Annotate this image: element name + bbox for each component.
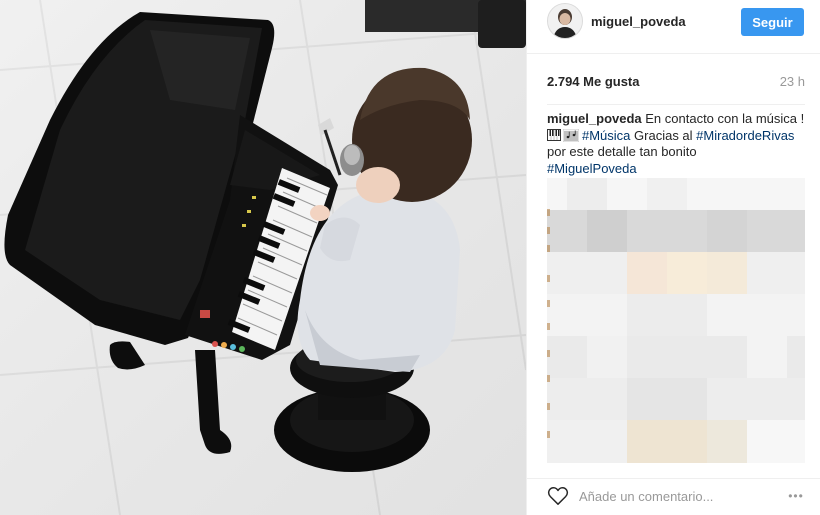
blur-block [627, 378, 707, 420]
likes-row: 2.794 Me gusta 23 h [547, 74, 805, 92]
musical-score-icon [563, 128, 579, 142]
avatar[interactable] [547, 3, 583, 39]
hashtag-miguelpoveda[interactable]: #MiguelPoveda [547, 161, 637, 176]
post-side-panel: miguel_poveda Seguir 2.794 Me gusta 23 h… [526, 0, 820, 515]
comment-footer: ••• [527, 478, 820, 515]
blur-block [567, 178, 607, 210]
caption-username[interactable]: miguel_poveda [547, 111, 642, 126]
photo-child-toy-piano [0, 0, 526, 515]
avatar-image [548, 4, 582, 38]
heart-icon[interactable] [547, 486, 569, 506]
blur-block [627, 252, 667, 294]
post-header: miguel_poveda Seguir [527, 0, 820, 54]
hashtag-miradorderivas[interactable]: #MiradordeRivas [696, 128, 794, 143]
caption-text-3: por este detalle tan bonito [547, 144, 697, 159]
post-caption: miguel_poveda En contacto con la música … [547, 111, 805, 177]
blur-block [587, 336, 627, 378]
blur-block [647, 178, 687, 210]
comment-input[interactable] [579, 485, 779, 507]
blur-block [707, 252, 747, 294]
more-options-icon[interactable]: ••• [783, 485, 809, 507]
caption-text-1: En contacto con la música ! [641, 111, 805, 126]
follow-button[interactable]: Seguir [741, 8, 804, 36]
divider [547, 104, 805, 105]
blur-block [667, 252, 707, 294]
blur-block [547, 210, 805, 252]
blur-block [747, 336, 787, 378]
post-photo[interactable] [0, 0, 526, 515]
hashtag-musica[interactable]: #Música [582, 128, 630, 143]
caption-text-2: Gracias al [630, 127, 697, 143]
instagram-post: miguel_poveda Seguir 2.794 Me gusta 23 h… [0, 0, 820, 515]
blur-block [707, 420, 747, 463]
blur-block [627, 294, 707, 336]
username-link[interactable]: miguel_poveda [591, 14, 686, 29]
likes-count[interactable]: 2.794 Me gusta [547, 74, 640, 89]
blurred-comments [547, 178, 805, 463]
blur-block [627, 420, 707, 463]
piano-icon [547, 128, 561, 141]
post-timestamp[interactable]: 23 h [780, 74, 805, 89]
blur-block [707, 210, 747, 252]
blur-block [747, 420, 805, 463]
blurred-comment-fragments [547, 205, 555, 445]
blur-block [587, 210, 627, 252]
